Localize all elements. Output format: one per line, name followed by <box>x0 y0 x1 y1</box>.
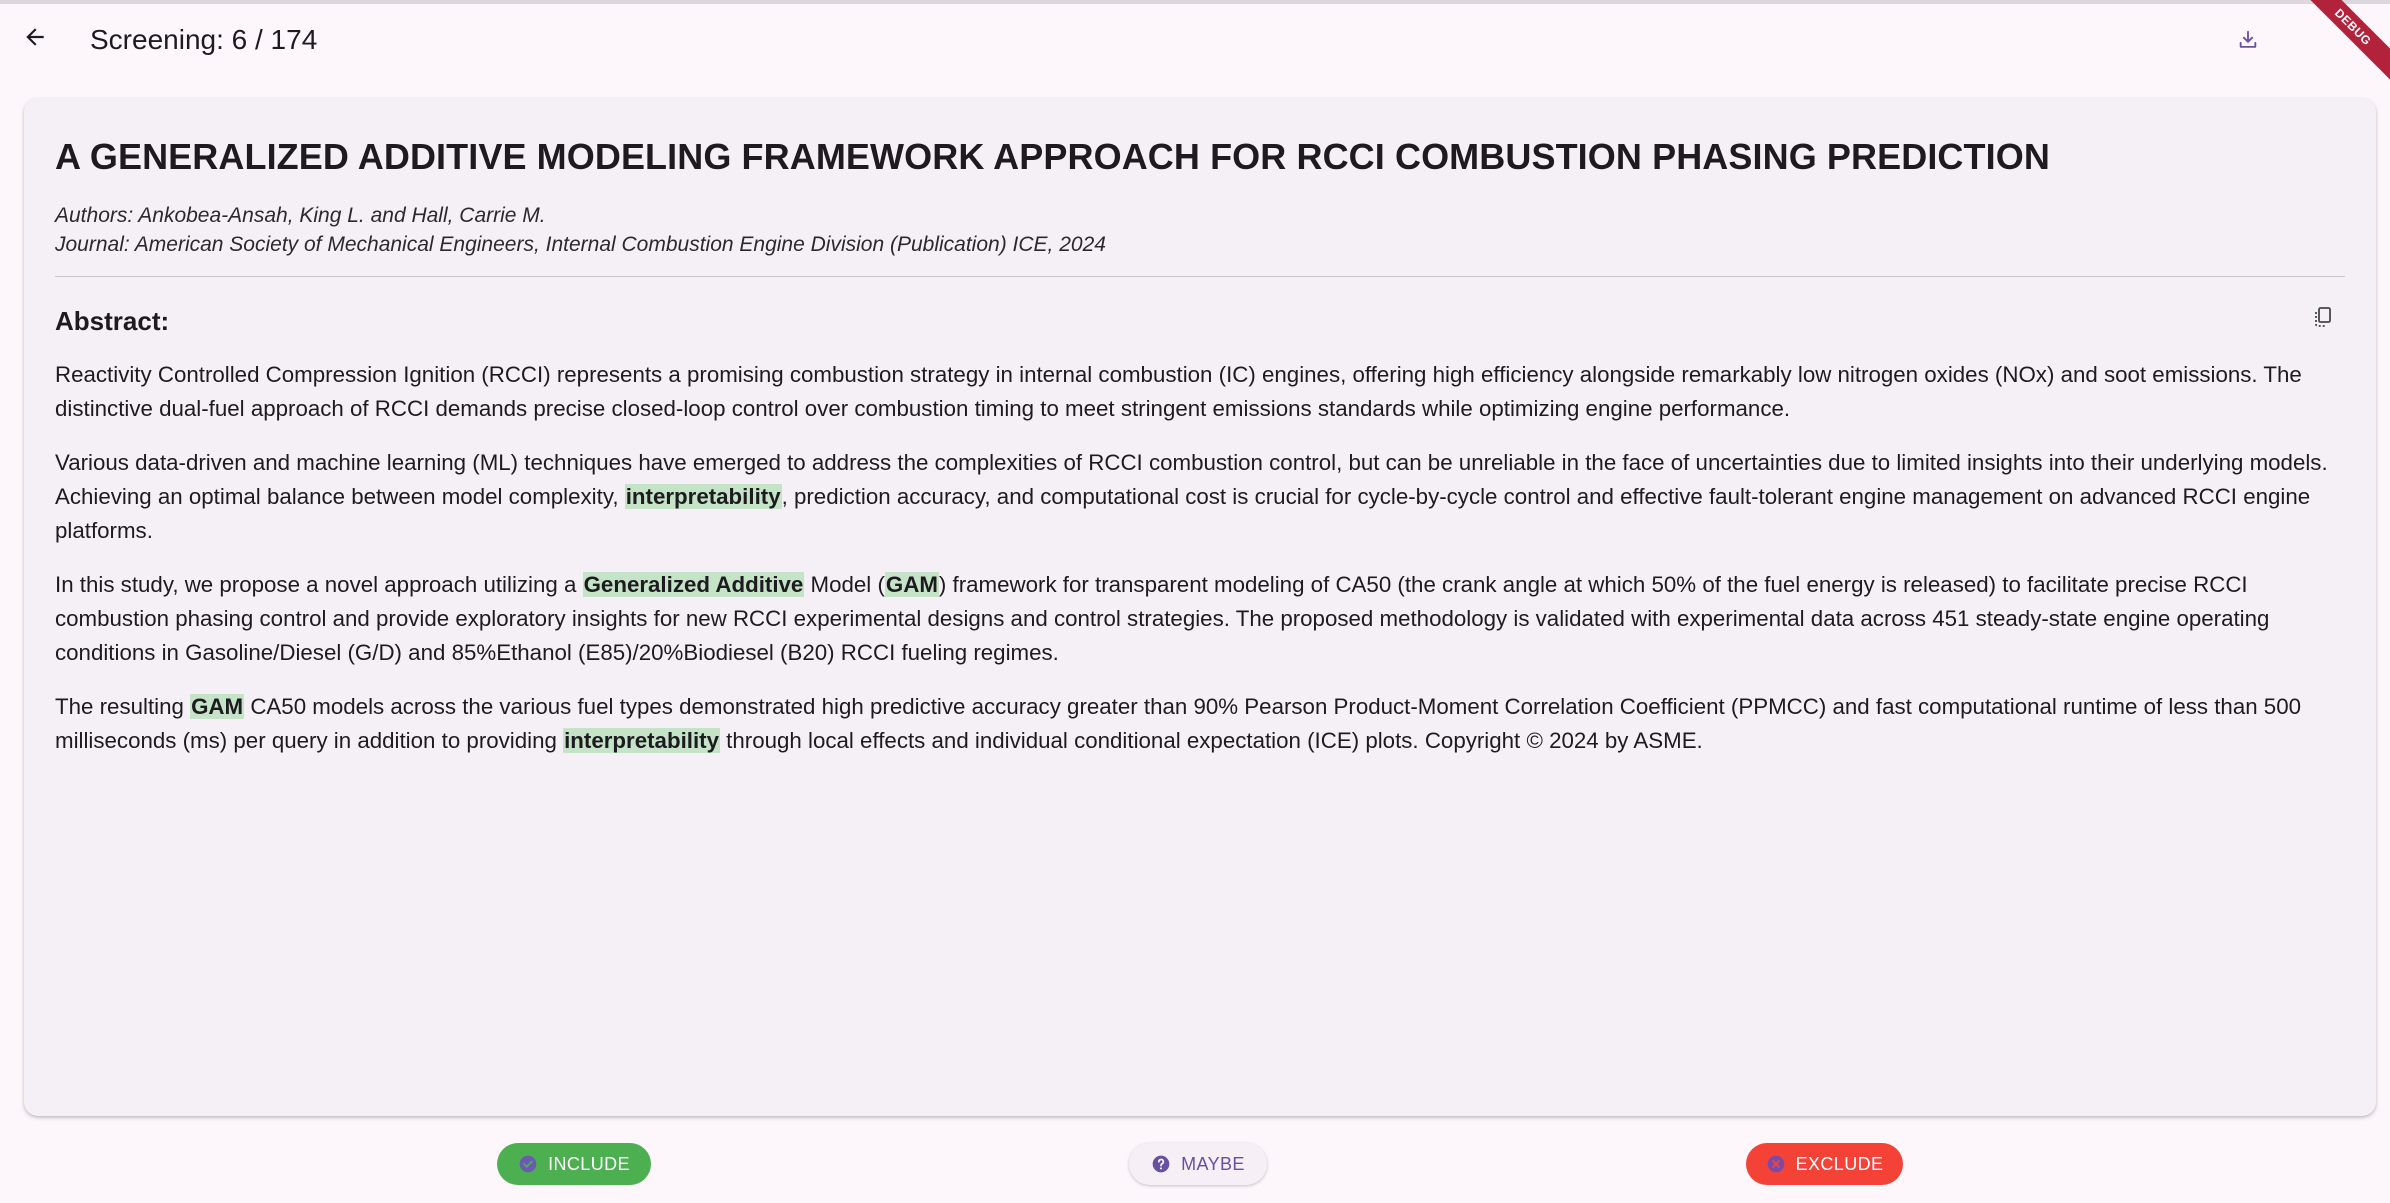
paper-card: A GENERALIZED ADDITIVE MODELING FRAMEWOR… <box>24 98 2376 1116</box>
download-button[interactable] <box>2228 22 2268 62</box>
abstract-paragraph-3: In this study, we propose a novel approa… <box>55 568 2357 670</box>
include-button-label: INCLUDE <box>548 1153 630 1174</box>
copy-abstract-button[interactable] <box>2304 300 2342 338</box>
cancel-circle-icon <box>1766 1154 1786 1174</box>
copy-icon <box>2311 305 2335 334</box>
exclude-button-label: EXCLUDE <box>1795 1153 1884 1174</box>
abstract-body: Reactivity Controlled Compression Igniti… <box>55 358 2357 778</box>
meta-divider <box>55 276 2345 277</box>
maybe-button-label: MAYBE <box>1181 1153 1245 1174</box>
abstract-paragraph-1: Reactivity Controlled Compression Igniti… <box>55 358 2357 426</box>
help-circle-icon <box>1151 1154 1171 1174</box>
arrow-left-icon <box>22 24 48 55</box>
screening-progress-title: Screening: 6 / 174 <box>90 24 318 55</box>
include-button[interactable]: INCLUDE <box>497 1143 651 1185</box>
keyword-highlight: interpretability <box>563 728 720 753</box>
keyword-highlight: interpretability <box>624 484 782 509</box>
abstract-text: through local effects and individual con… <box>719 728 1703 753</box>
exclude-button[interactable]: EXCLUDE <box>1746 1143 1903 1185</box>
abstract-paragraph-2: Various data-driven and machine learning… <box>55 446 2357 548</box>
paper-meta: Authors: Ankobea-Ansah, King L. and Hall… <box>55 201 1106 259</box>
keyword-highlight: Generalized Additive <box>582 572 805 597</box>
download-icon <box>2237 29 2259 56</box>
abstract-text: Model ( <box>804 572 885 597</box>
abstract-text: In this study, we propose a novel approa… <box>55 572 583 597</box>
abstract-paragraph-4: The resulting GAM CA50 models across the… <box>55 690 2357 758</box>
abstract-text: Reactivity Controlled Compression Igniti… <box>55 362 2302 421</box>
paper-authors: Authors: Ankobea-Ansah, King L. and Hall… <box>55 204 546 227</box>
abstract-text: The resulting <box>55 694 191 719</box>
back-button[interactable] <box>14 18 56 60</box>
check-circle-icon <box>518 1154 538 1174</box>
debug-banner: DEBUG <box>2292 0 2390 88</box>
keyword-highlight: GAM <box>884 572 939 597</box>
debug-banner-label: DEBUG <box>2331 5 2375 49</box>
app-bar: Screening: 6 / 174 DEBUG <box>0 0 2390 88</box>
keyword-highlight: GAM <box>190 694 245 719</box>
abstract-heading: Abstract: <box>55 306 170 336</box>
maybe-button[interactable]: MAYBE <box>1129 1143 1267 1185</box>
paper-journal: Journal: American Society of Mechanical … <box>55 233 1106 256</box>
paper-title: A GENERALIZED ADDITIVE MODELING FRAMEWOR… <box>55 136 2050 177</box>
